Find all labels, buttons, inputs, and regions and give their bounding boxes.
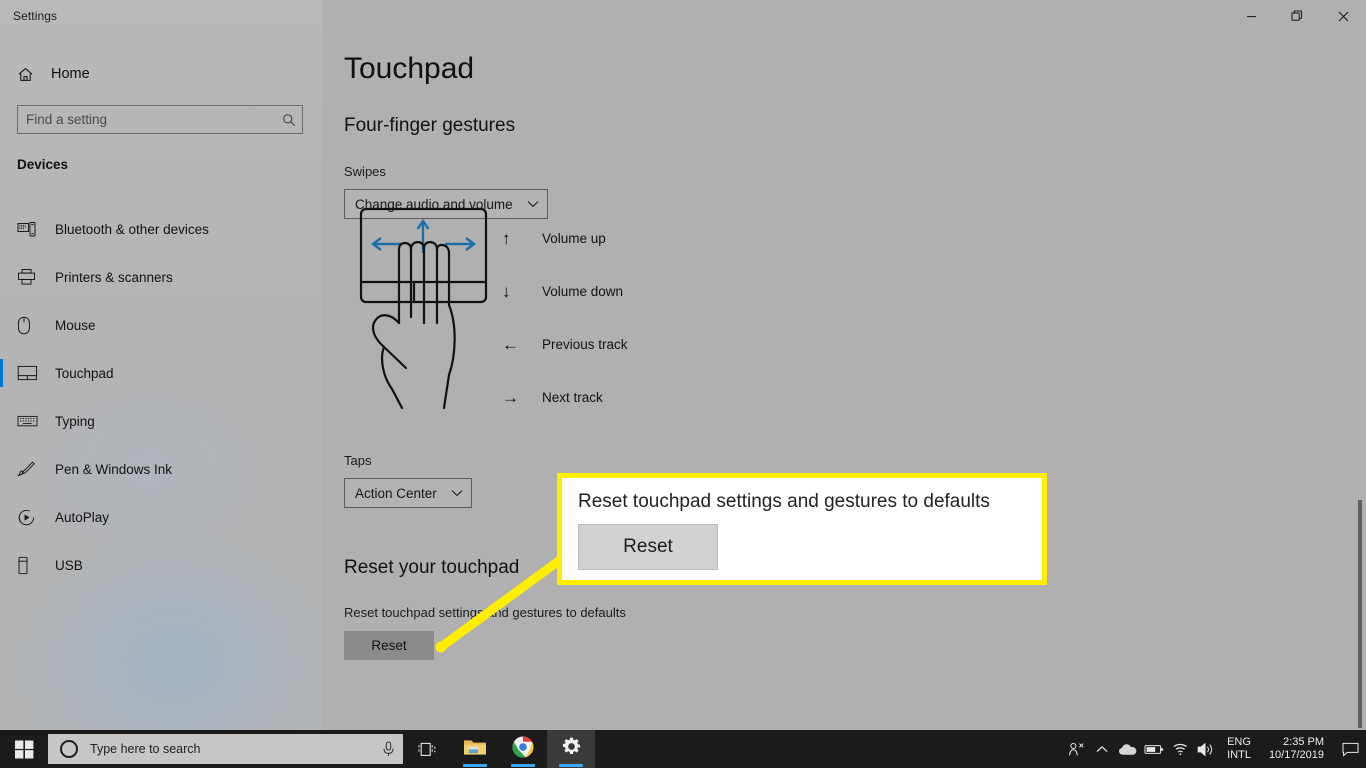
task-view-button[interactable] xyxy=(403,730,451,768)
search-input[interactable] xyxy=(18,112,276,127)
language-line-1: ENG xyxy=(1227,736,1251,748)
language-indicator[interactable]: ENG INTL xyxy=(1219,730,1259,768)
page-title: Touchpad xyxy=(344,52,475,85)
group-title-four-finger-gestures: Four-finger gestures xyxy=(344,115,516,136)
sidebar-nav-list: Bluetooth & other devices Printers & sca… xyxy=(0,205,322,589)
sidebar-item-bluetooth-other-devices[interactable]: Bluetooth & other devices xyxy=(0,205,322,253)
clock-date: 10/17/2019 xyxy=(1268,749,1324,761)
usb-icon xyxy=(17,555,51,575)
screen: Settings Home Find a setting Devices Blu… xyxy=(0,0,1366,768)
arrow-left-icon: ← xyxy=(502,334,519,354)
language-line-2: INTL xyxy=(1227,749,1251,761)
arrow-right-icon: → xyxy=(502,387,519,407)
sidebar-item-touchpad[interactable]: Touchpad xyxy=(0,349,322,397)
taskbar-app-settings[interactable] xyxy=(547,730,595,768)
microphone-icon[interactable] xyxy=(382,741,395,757)
search-icon xyxy=(276,113,302,127)
taskbar-search-placeholder: Type here to search xyxy=(90,742,201,756)
taskbar: Type here to search ENG INTL 2:35 PM 10/… xyxy=(0,730,1366,768)
sidebar-item-label: Typing xyxy=(55,413,95,429)
taskbar-app-chrome[interactable] xyxy=(499,730,547,768)
cortana-circle-icon xyxy=(60,740,78,758)
settings-sidebar: Settings Home Find a setting Devices Blu… xyxy=(0,0,322,730)
sidebar-item-autoplay[interactable]: AutoPlay xyxy=(0,493,322,541)
onedrive-cloud-icon[interactable] xyxy=(1115,730,1141,768)
gesture-row: ← Previous track xyxy=(502,318,628,371)
sidebar-item-mouse[interactable]: Mouse xyxy=(0,301,322,349)
sidebar-item-label: AutoPlay xyxy=(55,509,110,525)
meet-now-icon[interactable] xyxy=(1063,730,1089,768)
sidebar-item-label: Pen & Windows Ink xyxy=(55,461,173,477)
sidebar-item-label: Printers & scanners xyxy=(55,269,173,285)
action-center-icon[interactable] xyxy=(1334,730,1366,768)
mouse-icon xyxy=(17,315,51,335)
chrome-icon xyxy=(512,736,534,763)
minimize-button[interactable] xyxy=(1228,0,1274,32)
clock-time: 2:35 PM xyxy=(1283,736,1324,748)
taskbar-search-box[interactable]: Type here to search xyxy=(48,734,403,764)
gesture-row: → Next track xyxy=(502,371,628,424)
sidebar-item-printers-scanners[interactable]: Printers & scanners xyxy=(0,253,322,301)
settings-window: Settings Home Find a setting Devices Blu… xyxy=(0,0,1366,730)
taps-dropdown[interactable]: Action Center xyxy=(344,478,472,508)
main-scrollbar[interactable] xyxy=(1354,0,1366,730)
sidebar-item-label: USB xyxy=(55,557,83,573)
arrow-up-icon: ↑ xyxy=(502,228,511,248)
reset-button[interactable]: Reset xyxy=(344,631,434,660)
maximize-restore-button[interactable] xyxy=(1274,0,1320,32)
chevron-down-icon xyxy=(451,489,463,497)
callout-description: Reset touchpad settings and gestures to … xyxy=(578,491,990,512)
taps-label: Taps xyxy=(344,453,372,468)
window-controls xyxy=(1228,0,1366,32)
sidebar-item-pen-windows-ink[interactable]: Pen & Windows Ink xyxy=(0,445,322,493)
sidebar-item-home[interactable]: Home xyxy=(0,58,322,90)
sidebar-item-label: Bluetooth & other devices xyxy=(55,221,209,237)
reset-description: Reset touchpad settings and gestures to … xyxy=(344,605,626,620)
gesture-mapping-list: ↑ Volume up ↓ Volume down ← Previous tra… xyxy=(502,212,628,424)
keyboard-icon xyxy=(17,411,51,431)
swipes-label: Swipes xyxy=(344,164,386,179)
gesture-label: Next track xyxy=(542,390,603,405)
clock[interactable]: 2:35 PM 10/17/2019 xyxy=(1259,730,1334,768)
settings-main-content: Touchpad Four-finger gestures Swipes Cha… xyxy=(322,0,1366,730)
sidebar-item-label: Mouse xyxy=(55,317,96,333)
system-tray: ENG INTL 2:35 PM 10/17/2019 xyxy=(1063,730,1366,768)
wifi-icon[interactable] xyxy=(1167,730,1193,768)
gesture-row: ↓ Volume down xyxy=(502,265,628,318)
home-icon xyxy=(17,66,45,83)
gesture-row: ↑ Volume up xyxy=(502,212,628,265)
window-title: Settings xyxy=(13,9,58,23)
sidebar-section-header: Devices xyxy=(17,157,69,172)
taskbar-app-file-explorer[interactable] xyxy=(451,730,499,768)
gesture-label: Previous track xyxy=(542,337,628,352)
callout-magnifier: Reset touchpad settings and gestures to … xyxy=(557,473,1047,585)
arrow-down-icon: ↓ xyxy=(502,281,511,301)
bluetooth-devices-icon xyxy=(17,219,51,239)
chevron-down-icon xyxy=(527,200,539,208)
pen-icon xyxy=(17,459,51,479)
group-title-reset-your-touchpad: Reset your touchpad xyxy=(344,557,520,578)
battery-icon[interactable] xyxy=(1141,730,1167,768)
callout-reset-button[interactable]: Reset xyxy=(578,524,718,570)
sidebar-item-typing[interactable]: Typing xyxy=(0,397,322,445)
scrollbar-thumb[interactable] xyxy=(1358,500,1362,728)
gesture-label: Volume down xyxy=(542,284,624,299)
gesture-label: Volume up xyxy=(542,231,606,246)
sidebar-item-label: Touchpad xyxy=(55,365,114,381)
autoplay-icon xyxy=(17,507,51,527)
file-explorer-icon xyxy=(463,737,487,762)
sidebar-home-label: Home xyxy=(51,66,90,82)
show-hidden-icons-chevron[interactable] xyxy=(1089,730,1115,768)
taps-dropdown-value: Action Center xyxy=(355,485,437,501)
sidebar-item-usb[interactable]: USB xyxy=(0,541,322,589)
printer-icon xyxy=(17,267,51,287)
touchpad-icon xyxy=(17,363,51,383)
four-finger-gesture-diagram xyxy=(344,205,504,410)
search-setting-box[interactable] xyxy=(17,105,303,134)
settings-gear-icon xyxy=(561,736,582,762)
start-button[interactable] xyxy=(0,730,48,768)
volume-icon[interactable] xyxy=(1193,730,1219,768)
